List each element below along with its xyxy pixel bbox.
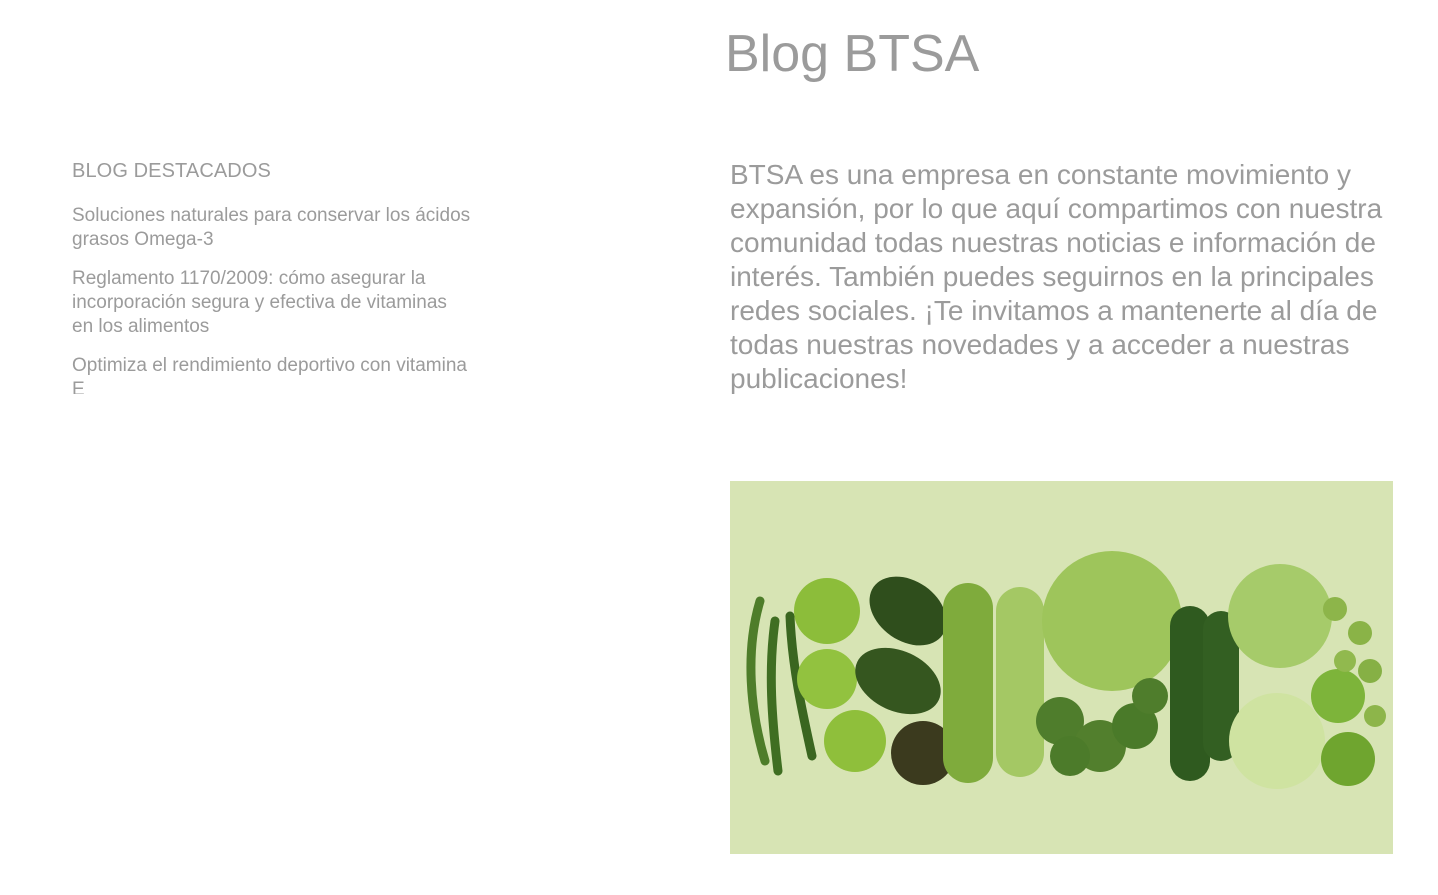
featured-link-omega-3[interactable]: Soluciones naturales para conservar los … (72, 204, 472, 252)
featured-link-vitamin-e[interactable]: Optimiza el rendimiento deportivo con vi… (72, 354, 472, 394)
page: Blog BTSA BLOG DESTACADOS Soluciones nat… (0, 0, 1438, 895)
blog-intro-text: BTSA es una empresa en constante movimie… (730, 159, 1383, 394)
page-title: Blog BTSA (725, 25, 980, 83)
featured-heading: BLOG DESTACADOS (72, 160, 271, 182)
featured-list[interactable]: Soluciones naturales para conservar los … (72, 204, 472, 394)
vegetables-image (730, 481, 1393, 854)
featured-link-vitamins-regulation[interactable]: Reglamento 1170/2009: cómo asegurar la i… (72, 267, 472, 339)
featured-blog-sidebar: BLOG DESTACADOS Soluciones naturales par… (72, 158, 472, 394)
